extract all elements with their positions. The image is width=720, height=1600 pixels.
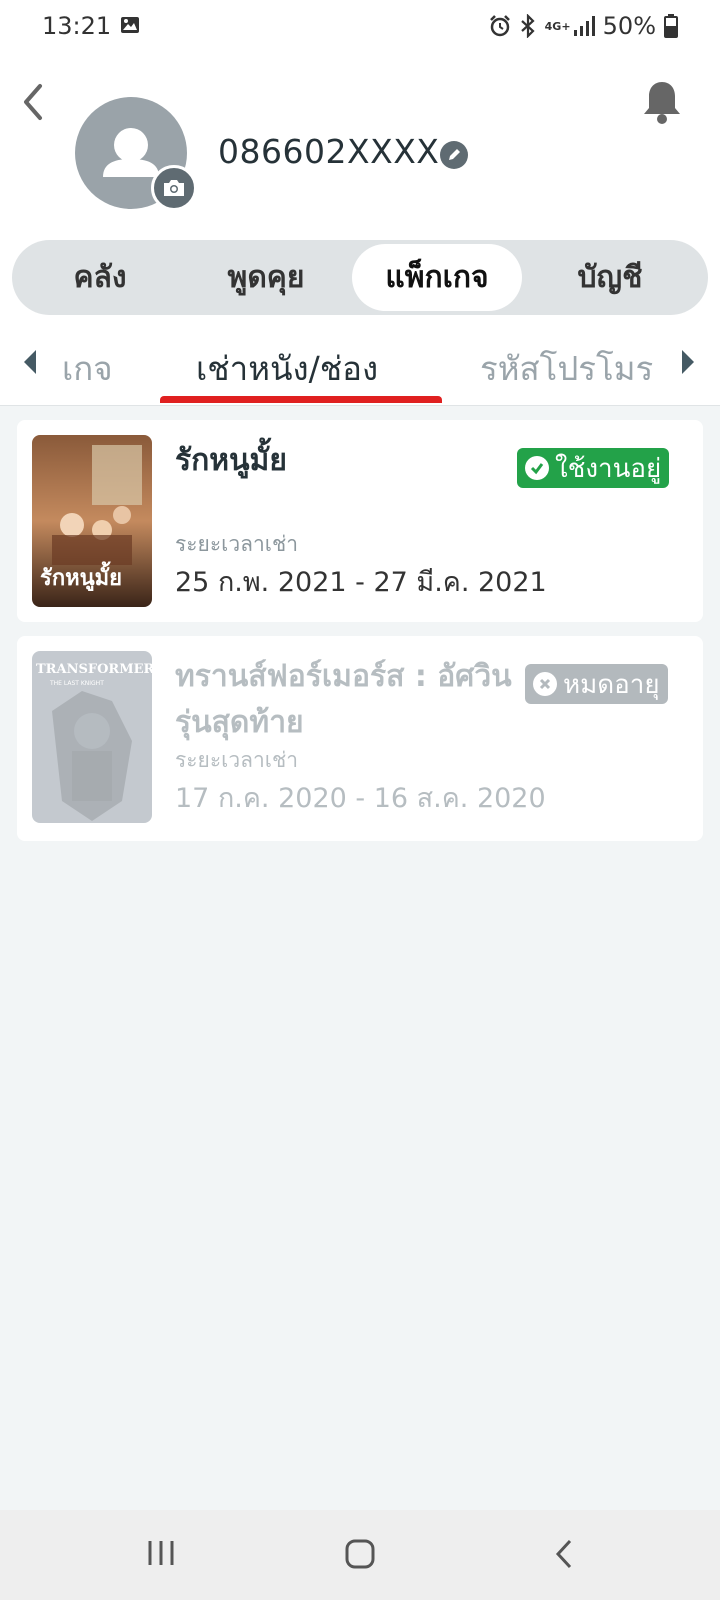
rental-card[interactable]: TRANSFORMERS THE LAST KNIGHT ทรานส์ฟอร์เ… [17,636,703,841]
signal-icon [573,16,595,36]
movie-title: รักหนูมั้ย [175,443,287,478]
status-time: 13:21 [42,12,112,40]
status-text: หมดอายุ [563,669,660,700]
avatar[interactable] [75,97,197,211]
battery-percent: 50% [602,12,656,40]
tab-chat[interactable]: พูดคุย [178,240,354,315]
phone-number: 086602XXXX [218,132,440,171]
home-icon[interactable] [344,1538,376,1574]
sub-tab-promo-code[interactable]: รหัสโปรโมร [480,342,660,395]
network-type: 4G+ [544,19,571,33]
sub-tab-bar: เกจ เช่าหนัง/ช่อง รหัสโปรโมร [0,330,720,406]
rental-period: 17 ก.ค. 2020 - 16 ส.ค. 2020 [175,783,546,814]
main-tab-bar: คลัง พูดคุย แพ็กเกจ บัญชี [12,240,708,315]
status-badge: หมดอายุ [525,664,668,704]
tab-packages[interactable]: แพ็กเกจ [352,244,522,311]
rental-card[interactable]: รักหนูมั้ย รักหนูมั้ย ใช้งานอยู่ ระยะเวล… [17,420,703,622]
camera-icon[interactable] [151,165,197,211]
edit-icon[interactable] [440,141,468,169]
notification-bell-icon[interactable] [640,78,684,126]
rental-period-label: ระยะเวลาเช่า [175,532,298,556]
check-icon [525,456,549,480]
alarm-icon [489,15,510,37]
sub-tab-rentals[interactable]: เช่าหนัง/ช่อง [196,342,378,395]
scroll-left-icon[interactable] [22,348,38,380]
status-text: ใช้งานอยู่ [555,453,662,484]
status-icons: 4G+ 50% [489,12,678,40]
back-nav-icon[interactable] [552,1538,576,1574]
movie-poster: รักหนูมั้ย [32,435,152,607]
rental-period: 25 ก.พ. 2021 - 27 มี.ค. 2021 [175,567,547,598]
movie-title: ทรานส์ฟอร์เมอร์ส : อัศวินรุ่นสุดท้าย [175,659,512,740]
close-icon [533,672,557,696]
poster-subtitle: THE LAST KNIGHT [49,680,104,687]
active-tab-indicator [160,396,442,403]
rental-period-label: ระยะเวลาเช่า [175,748,298,772]
back-icon[interactable] [14,78,54,126]
battery-icon [664,14,678,38]
bluetooth-icon [520,14,535,38]
sub-tab-packages[interactable]: เกจ [62,342,113,395]
tab-library[interactable]: คลัง [12,240,188,315]
tab-account[interactable]: บัญชี [522,240,698,315]
status-bar: 13:21 4G+ 50% [0,0,720,52]
poster-title: TRANSFORMERS [36,662,152,677]
gallery-notification-icon [120,16,140,38]
movie-poster: TRANSFORMERS THE LAST KNIGHT [32,651,152,823]
status-badge: ใช้งานอยู่ [517,448,670,488]
system-navigation-bar [0,1510,720,1600]
recent-apps-icon[interactable] [146,1538,176,1572]
scroll-right-icon[interactable] [680,348,696,380]
poster-title: รักหนูมั้ย [40,561,122,592]
